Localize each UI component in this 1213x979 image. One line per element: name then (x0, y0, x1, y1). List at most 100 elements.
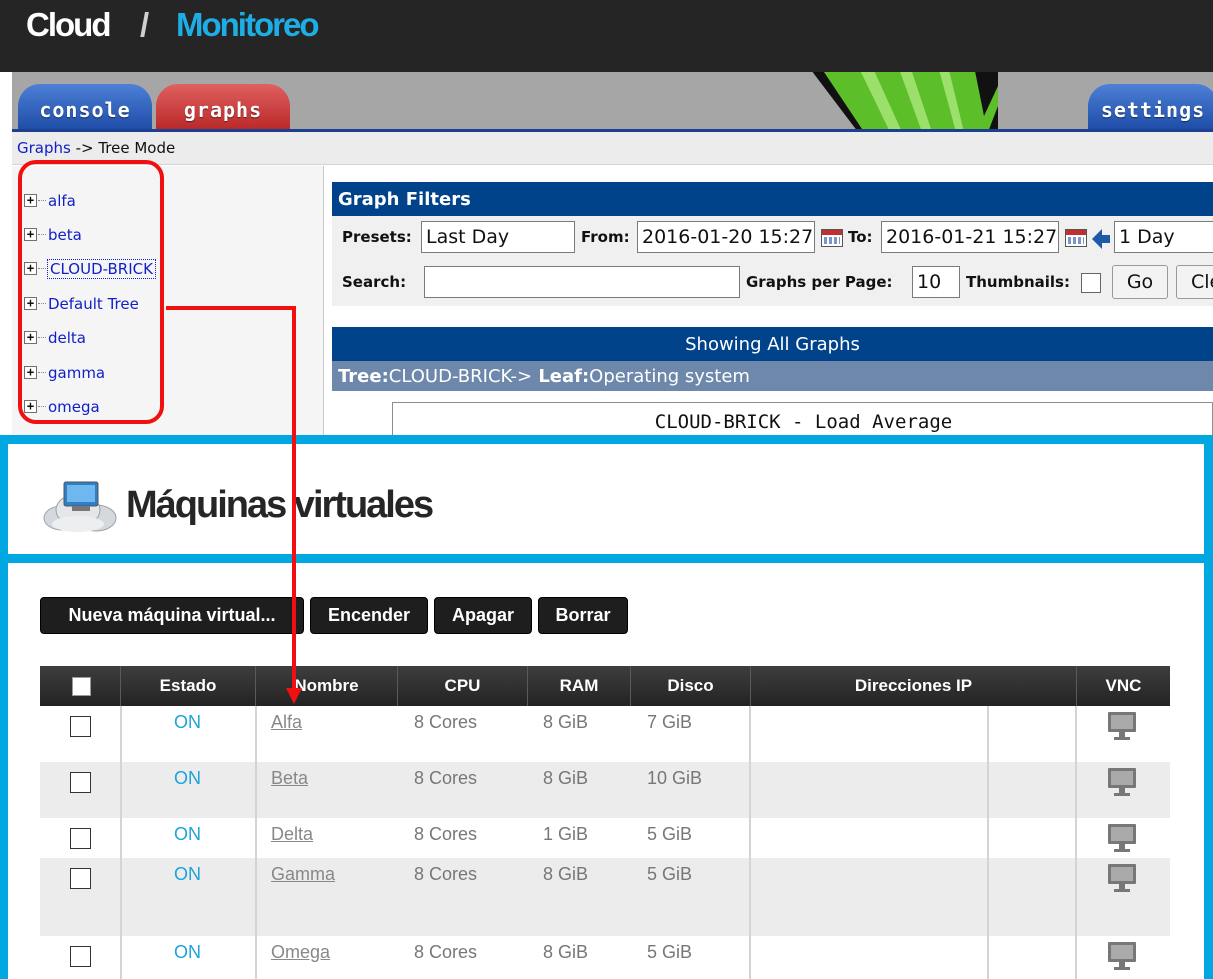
row-estado: ON (174, 864, 201, 884)
column-divider (120, 706, 122, 979)
row-disco: 5 GiB (647, 824, 693, 844)
thumbnails-checkbox[interactable] (1081, 273, 1101, 293)
brand-cloud: Cloud (26, 6, 111, 43)
breadcrumb: Graphs -> Tree Mode (12, 132, 1213, 165)
table-row: ON Delta 8 Cores 1 GiB 5 GiB (40, 818, 1170, 858)
row-cpu: 8 Cores (414, 768, 478, 788)
row-nombre-link[interactable]: Beta (271, 768, 308, 789)
vnc-monitor-icon[interactable] (1106, 766, 1138, 798)
row-ram: 8 GiB (543, 942, 589, 962)
row-ram: 8 GiB (543, 864, 589, 884)
vm-panel: Máquinas virtuales Nueva máquina virtual… (0, 435, 1213, 979)
from-label: From: (581, 228, 630, 246)
showing-all-graphs-header: Showing All Graphs (332, 327, 1213, 361)
breadcrumb-graphs-link[interactable]: Graphs (17, 139, 71, 157)
row-estado: ON (174, 768, 201, 788)
go-button[interactable]: Go (1112, 265, 1168, 299)
row-ram: 1 GiB (543, 824, 589, 844)
row-checkbox[interactable] (70, 772, 91, 793)
row-ram: 8 GiB (543, 768, 589, 788)
table-row: ON Alfa 8 Cores 8 GiB 7 GiB (40, 706, 1170, 762)
table-row: ON Beta 8 Cores 8 GiB 10 GiB (40, 762, 1170, 818)
row-cpu: 8 Cores (414, 864, 478, 884)
cactus-logo-icon (812, 72, 998, 129)
delete-button[interactable]: Borrar (538, 597, 628, 634)
column-vnc[interactable]: VNC (1076, 666, 1170, 706)
row-estado: ON (174, 824, 201, 844)
row-cpu: 8 Cores (414, 942, 478, 962)
row-nombre-link[interactable]: Alfa (271, 712, 302, 733)
row-nombre-link[interactable]: Omega (271, 942, 330, 963)
row-checkbox[interactable] (70, 946, 91, 967)
row-estado: ON (174, 942, 201, 962)
column-nombre[interactable]: Nombre (255, 666, 397, 706)
row-cpu: 8 Cores (414, 824, 478, 844)
brand-section-monitoreo[interactable]: Monitoreo (176, 6, 319, 44)
row-estado: ON (174, 712, 201, 732)
search-input[interactable] (424, 266, 740, 298)
table-row: ON Gamma 8 Cores 8 GiB 5 GiB (40, 858, 1170, 936)
row-nombre-link[interactable]: Gamma (271, 864, 335, 885)
page-title: Máquinas virtuales (126, 484, 434, 526)
tab-console[interactable]: console (18, 84, 152, 129)
breadcrumb-rest: -> Tree Mode (70, 139, 176, 157)
power-off-button[interactable]: Apagar (434, 597, 532, 634)
clear-button[interactable]: Cle (1176, 265, 1213, 299)
graph-filters-title: Graph Filters (332, 182, 1213, 216)
to-label: To: (848, 228, 873, 246)
timespan-select[interactable]: 1 Day (1114, 221, 1213, 253)
tree-path-value: CLOUD-BRICK-> (388, 366, 533, 387)
select-all-checkbox[interactable] (72, 677, 91, 696)
row-disco: 5 GiB (647, 942, 693, 962)
thumbnails-label: Thumbnails: (966, 273, 1070, 291)
from-date-input[interactable]: 2016-01-20 15:27 (637, 221, 815, 253)
column-direcciones-ip[interactable]: Direcciones IP (750, 666, 1076, 706)
virtual-machines-cloud-icon (43, 481, 117, 532)
tree-path-label: Tree: (338, 366, 389, 387)
tab-graphs[interactable]: graphs (156, 84, 290, 129)
tree-leaf-path: Tree:CLOUD-BRICK-> Leaf:Operating system (332, 361, 1213, 391)
table-row: ON Omega 8 Cores 8 GiB 5 GiB (40, 936, 1170, 979)
column-divider (987, 706, 989, 979)
row-disco: 5 GiB (647, 864, 693, 884)
row-disco: 10 GiB (647, 768, 703, 788)
presets-select[interactable]: Last Day (421, 221, 575, 253)
row-nombre-link[interactable]: Delta (271, 824, 313, 845)
row-checkbox[interactable] (70, 868, 91, 889)
graph-title: CLOUD-BRICK - Load Average (654, 411, 953, 433)
graph-filters-form: Presets: Last Day From: 2016-01-20 15:27… (332, 216, 1213, 306)
tree-highlight-annotation (18, 160, 164, 424)
graphs-per-page-select[interactable]: 10 (912, 266, 960, 298)
row-cpu: 8 Cores (414, 712, 478, 732)
column-divider (1075, 706, 1077, 979)
vnc-monitor-icon[interactable] (1106, 862, 1138, 894)
brand-separator: / (140, 6, 150, 43)
column-ram[interactable]: RAM (527, 666, 630, 706)
app-header: Cloud / Monitoreo (0, 0, 1213, 72)
vm-header: Máquinas virtuales (8, 444, 1204, 554)
graph-panel: Graph Filters Presets: Last Day From: 20… (332, 182, 1213, 442)
search-label: Search: (342, 273, 407, 291)
leaf-path-label: Leaf: (532, 366, 590, 387)
new-vm-button[interactable]: Nueva máquina virtual... (40, 597, 304, 634)
leaf-path-value: Operating system (589, 366, 750, 387)
column-estado[interactable]: Estado (120, 666, 255, 706)
vnc-monitor-icon[interactable] (1106, 822, 1138, 854)
row-checkbox[interactable] (70, 716, 91, 737)
cacti-tabbar: console graphs settings (12, 72, 1213, 132)
column-cpu[interactable]: CPU (397, 666, 527, 706)
presets-label: Presets: (342, 228, 412, 246)
power-on-button[interactable]: Encender (310, 597, 428, 634)
calendar-icon[interactable] (821, 229, 843, 247)
tab-settings[interactable]: settings (1088, 84, 1213, 129)
vnc-monitor-icon[interactable] (1106, 710, 1138, 742)
to-date-input[interactable]: 2016-01-21 15:27 (881, 221, 1059, 253)
graphs-per-page-label: Graphs per Page: (746, 273, 893, 291)
vm-table-header: Estado Nombre CPU RAM Disco Direcciones … (40, 666, 1170, 706)
vnc-monitor-icon[interactable] (1106, 940, 1138, 972)
column-disco[interactable]: Disco (630, 666, 750, 706)
shift-left-arrow-icon[interactable] (1092, 229, 1110, 249)
row-ram: 8 GiB (543, 712, 589, 732)
row-checkbox[interactable] (70, 828, 91, 849)
calendar-icon[interactable] (1065, 229, 1087, 247)
